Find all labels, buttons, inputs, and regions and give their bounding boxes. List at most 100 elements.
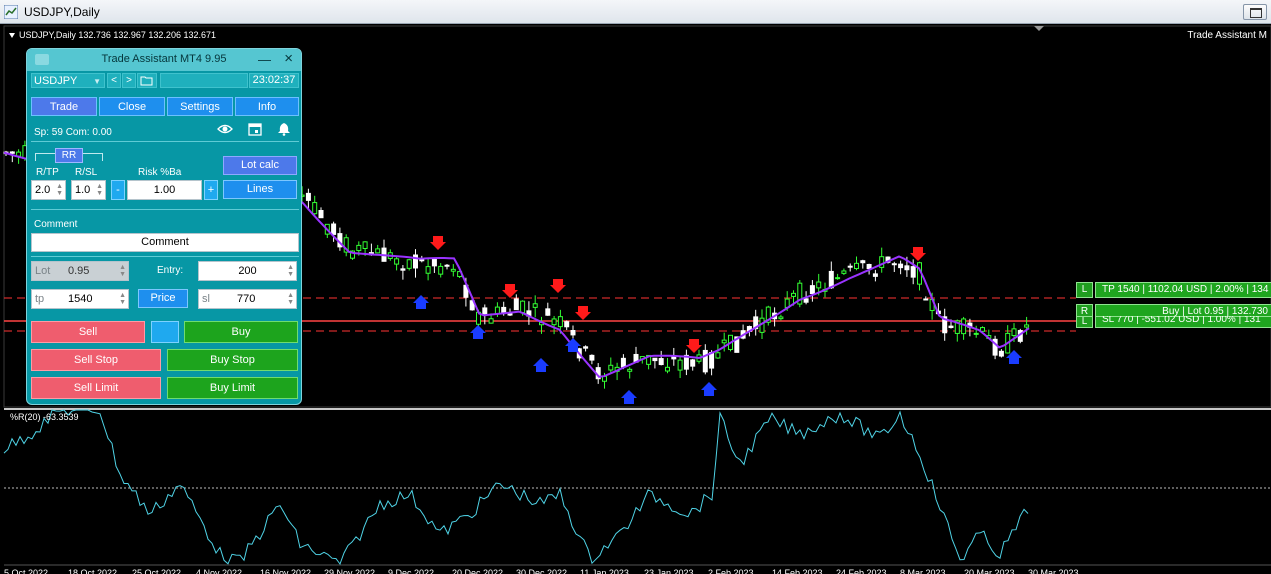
bell-icon[interactable] (276, 122, 292, 136)
risk-label: Risk %Ba (138, 167, 182, 178)
candle-body (312, 202, 318, 215)
expert-advisor-name: Trade Assistant M (1187, 30, 1267, 41)
chevron-down-icon: ▼ (93, 77, 101, 86)
candle-body (570, 329, 576, 336)
candle-body (305, 192, 311, 201)
tab-close[interactable]: Close (99, 97, 165, 116)
candle-body (803, 298, 809, 303)
lot-calc-button[interactable]: Lot calc (223, 156, 297, 175)
lines-button[interactable]: Lines (223, 180, 297, 199)
close-icon[interactable]: × (284, 50, 293, 67)
collapse-triangle-icon (9, 33, 15, 39)
candle-body (665, 366, 670, 372)
candle-body (998, 350, 1004, 357)
risk-increase-button[interactable]: + (204, 180, 218, 200)
stepper-arrows-icon[interactable]: ▲ ▼ (96, 183, 103, 197)
entry-field[interactable]: 200 ▲ ▼ (198, 261, 297, 281)
candle-body (583, 346, 589, 349)
side-toggle-button[interactable] (151, 321, 179, 343)
chart-window-titlebar[interactable]: USDJPY,Daily (0, 0, 1271, 24)
candle-body (677, 359, 683, 371)
candle-body (702, 349, 708, 373)
next-symbol-button[interactable]: > (122, 73, 136, 88)
tab-trade[interactable]: Trade (31, 97, 97, 116)
rr-toggle-button[interactable]: RR (55, 148, 83, 163)
calendar-icon[interactable] (247, 122, 263, 136)
time-axis-label: 11 Jan 2023 (580, 568, 629, 574)
sell-limit-button[interactable]: Sell Limit (31, 377, 161, 399)
rtp-stepper[interactable]: 2.0 ▲ ▼ (31, 180, 66, 200)
rsl-stepper[interactable]: 1.0 ▲ ▼ (71, 180, 106, 200)
stepper-arrows-icon[interactable]: ▲ ▼ (287, 292, 294, 306)
candle-body (356, 244, 362, 252)
tp-level-tag[interactable]: L (1076, 282, 1093, 298)
candle-body (961, 318, 967, 335)
tab-settings[interactable]: Settings (167, 97, 233, 116)
lot-field[interactable]: Lot 0.95 ▲ ▼ (31, 261, 129, 281)
price-toggle-button[interactable]: Price (138, 289, 188, 308)
tp-level-label[interactable]: L TP 1540 | 1102.04 USD | 2.00% | 134 (1076, 282, 1271, 298)
time-axis-label: 4 Nov 2022 (196, 568, 242, 574)
time-axis-label: 18 Oct 2022 (68, 568, 117, 574)
candle-body (431, 258, 437, 267)
time-axis-label: 30 Dec 2022 (516, 568, 567, 574)
candle-body (671, 356, 677, 360)
buy-limit-button[interactable]: Buy Limit (167, 377, 298, 399)
buy-signal-arrow-icon (470, 325, 486, 339)
risk-decrease-button[interactable]: - (111, 180, 125, 200)
candle-body (809, 285, 815, 295)
candle-body (318, 210, 324, 219)
comment-label: Comment (34, 219, 78, 230)
candle-body (1011, 328, 1017, 337)
candle-body (841, 270, 847, 274)
spread-info: Sp: 59 Com: 0.00 (34, 127, 112, 138)
sell-signal-arrow-icon (502, 284, 518, 298)
time-axis-label: 25 Oct 2022 (132, 568, 181, 574)
terminal-window: USDJPY,Daily 5 Oct 2022 18 Oct 2022 25 Oct… (0, 0, 1271, 574)
candle-body (904, 265, 910, 271)
risk-input[interactable]: 1.00 (127, 180, 202, 200)
stepper-arrows-icon[interactable]: ▲ ▼ (119, 264, 126, 278)
buy-button[interactable]: Buy (184, 321, 298, 343)
time-axis-label: 29 Nov 2022 (324, 568, 375, 574)
time-axis-label: 14 Feb 2023 (772, 568, 823, 574)
candle-body (425, 266, 431, 274)
symbol-select[interactable]: USDJPY ▼ (31, 73, 105, 88)
comment-input[interactable]: Comment (31, 233, 299, 252)
candle-body (520, 300, 526, 314)
candle-body (973, 332, 979, 335)
stepper-arrows-icon[interactable]: ▲ ▼ (56, 183, 63, 197)
chart-window-icon (4, 5, 18, 19)
minimize-icon[interactable]: — (258, 52, 271, 67)
prev-symbol-button[interactable]: < (107, 73, 121, 88)
buy-stop-button[interactable]: Buy Stop (167, 349, 298, 371)
candle-body (545, 308, 551, 316)
sl-level-tag[interactable]: L (1076, 316, 1093, 328)
williams-r-label: %R(20) -63.3539 (10, 412, 79, 422)
candle-body (816, 281, 822, 289)
candle-body (551, 318, 557, 326)
time-axis-label: 23 Jan 2023 (644, 568, 694, 574)
sell-button[interactable]: Sell (31, 321, 145, 343)
server-time: 23:02:37 (249, 73, 299, 88)
panel-titlebar[interactable]: Trade Assistant MT4 9.95 — × (27, 49, 301, 71)
candle-body (854, 262, 859, 270)
sl-field[interactable]: sl 770 ▲ ▼ (198, 289, 297, 309)
buy-signal-arrow-icon (413, 295, 429, 309)
sell-stop-button[interactable]: Sell Stop (31, 349, 161, 371)
stepper-arrows-icon[interactable]: ▲ ▼ (287, 264, 294, 278)
eye-icon[interactable] (217, 122, 233, 136)
folder-icon[interactable] (137, 73, 157, 88)
maximize-icon[interactable] (1243, 4, 1267, 20)
chart-shift-marker-icon (1034, 26, 1044, 31)
tp-field[interactable]: tp 1540 ▲ ▼ (31, 289, 129, 309)
candle-body (658, 358, 664, 366)
buy-signal-arrow-icon (621, 390, 637, 404)
candle-body (482, 307, 488, 316)
stepper-arrows-icon[interactable]: ▲ ▼ (119, 292, 126, 306)
time-axis-label: 24 Feb 2023 (836, 568, 887, 574)
candle-body (872, 273, 878, 277)
candle-body (910, 266, 916, 278)
sl-level-label[interactable]: L SL 770 | -551.02 USD | 1.00% | 131 (1076, 316, 1271, 328)
tab-info[interactable]: Info (235, 97, 299, 116)
